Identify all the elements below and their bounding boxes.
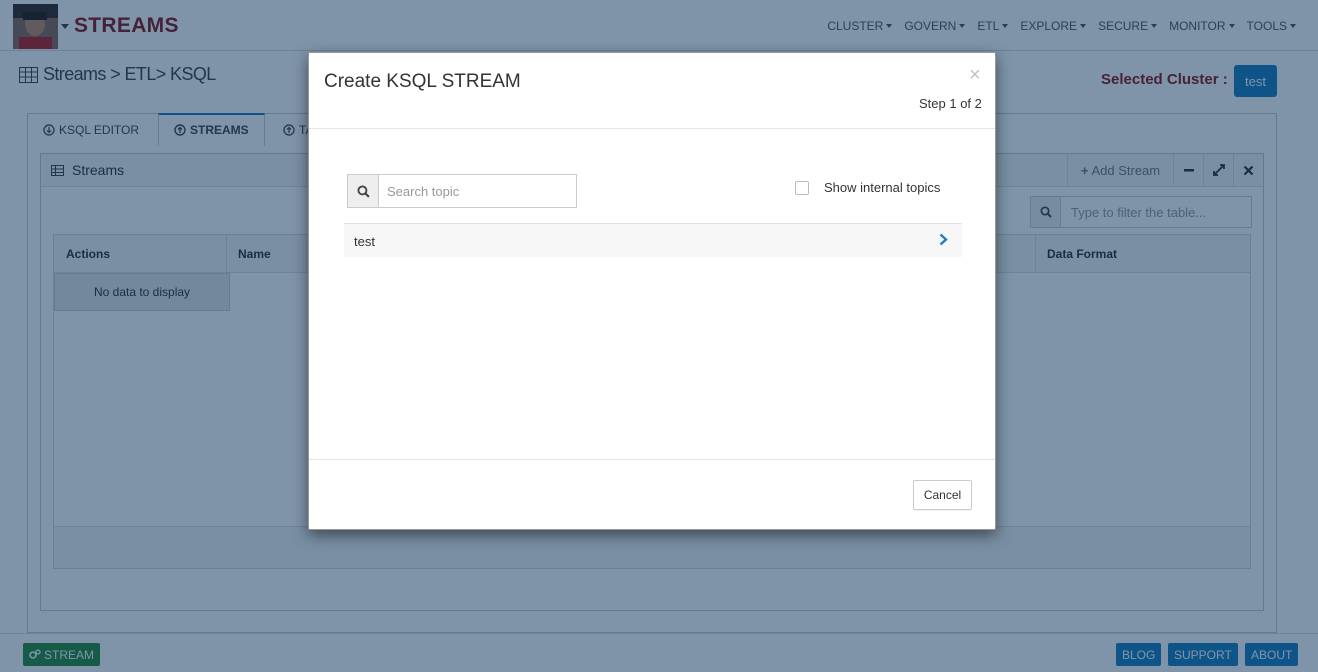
modal-header-divider: [309, 128, 995, 129]
topic-name: test: [354, 234, 375, 249]
modal-footer-divider: [309, 459, 995, 460]
chevron-right-icon: [939, 233, 948, 249]
close-icon[interactable]: ×: [969, 65, 981, 85]
search-icon: [348, 175, 379, 207]
modal-title: Create KSQL STREAM: [324, 71, 521, 92]
topic-list-item[interactable]: test: [344, 223, 962, 257]
step-indicator: Step 1 of 2: [919, 96, 982, 111]
search-topic-input[interactable]: [379, 175, 576, 207]
show-internal-topics-checkbox[interactable]: [795, 181, 809, 195]
show-internal-topics-label[interactable]: Show internal topics: [824, 180, 940, 195]
cancel-button[interactable]: Cancel: [913, 480, 972, 510]
topic-search: [347, 174, 577, 208]
create-ksql-stream-modal: Create KSQL STREAM × Step 1 of 2 Show in…: [308, 52, 996, 530]
